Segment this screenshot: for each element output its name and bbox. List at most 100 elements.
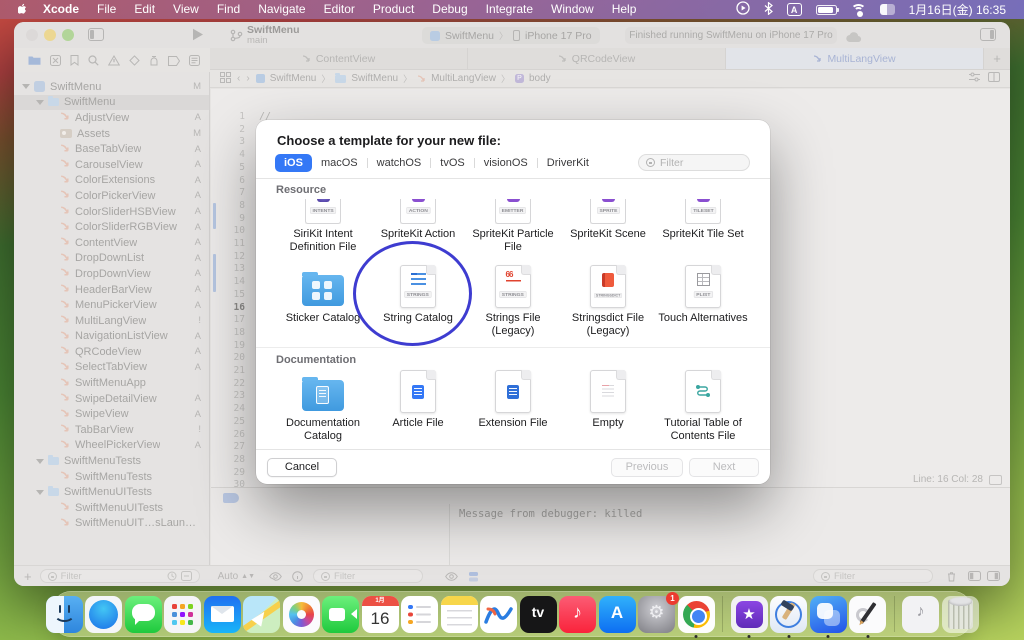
- sidebar-item-file[interactable]: DropDownViewA: [14, 266, 209, 282]
- crumb-file[interactable]: MultiLangView: [431, 73, 496, 84]
- toggle-console-pane-icon[interactable]: [987, 571, 1000, 581]
- split-editor-icon[interactable]: [988, 72, 1000, 85]
- report-navigator-icon[interactable]: [189, 53, 200, 71]
- sidebar-item-file[interactable]: WheelPickerViewA: [14, 438, 209, 454]
- menu-edit[interactable]: Edit: [125, 0, 164, 19]
- sidebar-item-file[interactable]: QRCodeViewA: [14, 344, 209, 360]
- project-navigator-icon[interactable]: [28, 53, 41, 71]
- template-string-catalog[interactable]: STRINGS String Catalog: [371, 264, 465, 338]
- navigator-filter-field[interactable]: Filter: [40, 569, 200, 583]
- dock-messages-icon[interactable]: [125, 596, 162, 633]
- clear-console-icon[interactable]: [947, 571, 956, 582]
- user-switch-icon[interactable]: [880, 4, 895, 15]
- breakpoint-tag-icon[interactable]: [223, 493, 239, 503]
- template-sirikit-intent-definition-file[interactable]: INTENTS SiriKit Intent Definition File: [276, 199, 370, 254]
- dock-safari-icon[interactable]: [85, 596, 122, 633]
- sidebar-item-file[interactable]: SwiftMenuUIT…sLaunchTests: [14, 516, 209, 532]
- sidebar-item-file[interactable]: SelectTabViewA: [14, 360, 209, 376]
- template-spritekit-tile-set[interactable]: TILESET SpriteKit Tile Set: [656, 199, 750, 254]
- issue-navigator-icon[interactable]: [108, 53, 120, 71]
- template-documentation-catalog[interactable]: Documentation Catalog: [276, 369, 370, 443]
- dock-downloads-icon[interactable]: [902, 596, 939, 633]
- sidebar-item-file[interactable]: ColorSliderRGBViewA: [14, 219, 209, 235]
- template-sticker-catalog[interactable]: Sticker Catalog: [276, 264, 370, 338]
- sidebar-item-group[interactable]: SwiftMenuUITests: [14, 484, 209, 500]
- sidebar-item-file[interactable]: CarouselViewA: [14, 157, 209, 173]
- menu-file[interactable]: File: [88, 0, 125, 19]
- platform-tab-ios[interactable]: iOS: [275, 154, 312, 172]
- editor-mode-icon[interactable]: [989, 475, 1002, 485]
- dock-music-icon[interactable]: [559, 596, 596, 633]
- sidebar-item-file[interactable]: AdjustViewA: [14, 110, 209, 126]
- variables-filter-field[interactable]: Filter: [313, 569, 423, 583]
- minimize-button[interactable]: [44, 29, 56, 41]
- template-spritekit-action[interactable]: ACTION SpriteKit Action: [371, 199, 465, 254]
- bookmark-navigator-icon[interactable]: [70, 53, 79, 71]
- menu-navigate[interactable]: Navigate: [249, 0, 314, 19]
- tab-qrcodeview[interactable]: QRCodeView: [468, 48, 726, 69]
- template-stringsdict-file-legacy[interactable]: STRINGSDICT Stringsdict File (Legacy): [561, 264, 655, 338]
- apple-menu-icon[interactable]: [12, 3, 34, 16]
- back-button[interactable]: ‹: [237, 73, 240, 84]
- menu-xcode[interactable]: Xcode: [34, 0, 88, 19]
- crumb-project[interactable]: SwiftMenu: [270, 73, 317, 84]
- template-strings-file-legacy[interactable]: STRINGS Strings File (Legacy): [466, 264, 560, 338]
- template-empty[interactable]: Empty: [561, 369, 655, 443]
- template-extension-file[interactable]: Extension File: [466, 369, 560, 443]
- dock-chrome-icon[interactable]: [678, 596, 715, 633]
- menu-bar-clock[interactable]: 1月16日(金) 16:35: [909, 1, 1006, 18]
- sidebar-item-file[interactable]: TabBarView!: [14, 422, 209, 438]
- dock-app-store-icon[interactable]: [599, 596, 636, 633]
- template-tutorial-toc-file[interactable]: Tutorial Table of Contents File: [656, 369, 750, 443]
- tab-multilangview[interactable]: MultiLangView: [726, 48, 984, 69]
- sidebar-item-file[interactable]: SwiftMenuTests: [14, 469, 209, 485]
- next-button[interactable]: Next: [689, 458, 759, 477]
- related-items-icon[interactable]: [220, 72, 231, 86]
- menu-editor[interactable]: Editor: [315, 0, 364, 19]
- dock-freeform-icon[interactable]: [480, 596, 517, 633]
- source-control-navigator-icon[interactable]: [50, 53, 61, 71]
- dock-xcode-icon[interactable]: [770, 596, 807, 633]
- platform-tab-visionos[interactable]: visionOS: [475, 154, 537, 172]
- sidebar-item-group[interactable]: SwiftMenu: [14, 95, 209, 111]
- platform-tab-tvos[interactable]: tvOS: [431, 154, 473, 172]
- dock-finder-icon[interactable]: [46, 596, 83, 633]
- platform-tab-macos[interactable]: macOS: [312, 154, 367, 172]
- dock-pencil-app-icon[interactable]: [849, 596, 886, 633]
- dock-tv-icon[interactable]: [520, 596, 557, 633]
- template-spritekit-scene[interactable]: SPRITE SpriteKit Scene: [561, 199, 655, 254]
- menu-window[interactable]: Window: [542, 0, 603, 19]
- sidebar-item-file[interactable]: SwipeViewA: [14, 406, 209, 422]
- template-filter-field[interactable]: Filter: [638, 154, 750, 171]
- forward-button[interactable]: ›: [246, 73, 249, 84]
- close-button[interactable]: [26, 29, 38, 41]
- sidebar-item-file[interactable]: NavigationListViewA: [14, 329, 209, 345]
- dock-mail-icon[interactable]: [204, 596, 241, 633]
- console-filter-field[interactable]: Filter: [813, 569, 933, 583]
- sidebar-item-file[interactable]: ColorSliderHSBViewA: [14, 204, 209, 220]
- zoom-button[interactable]: [62, 29, 74, 41]
- crumb-group[interactable]: SwiftMenu: [351, 73, 398, 84]
- template-article-file[interactable]: Article File: [371, 369, 465, 443]
- inspector-toggle-icon[interactable]: [980, 28, 996, 46]
- platform-tab-watchos[interactable]: watchOS: [368, 154, 431, 172]
- menu-help[interactable]: Help: [603, 0, 646, 19]
- dock-calendar-icon[interactable]: 1月16: [362, 596, 399, 633]
- sidebar-item-file[interactable]: ContentViewA: [14, 235, 209, 251]
- sidebar-item-file[interactable]: HeaderBarViewA: [14, 282, 209, 298]
- project-branch-block[interactable]: SwiftMenu main: [247, 25, 300, 46]
- dock-facetime-icon[interactable]: [322, 596, 359, 633]
- sidebar-item-file[interactable]: SwipeDetailViewA: [14, 391, 209, 407]
- dock-maps-icon[interactable]: [243, 596, 280, 633]
- dock-launchpad-icon[interactable]: [164, 596, 201, 633]
- menu-integrate[interactable]: Integrate: [477, 0, 542, 19]
- test-navigator-icon[interactable]: [129, 53, 140, 71]
- find-navigator-icon[interactable]: [88, 53, 99, 71]
- add-filter-button[interactable]: +: [24, 569, 32, 584]
- adjust-editor-icon[interactable]: [969, 72, 980, 85]
- toggle-variables-pane-icon[interactable]: [968, 571, 981, 581]
- crumb-symbol[interactable]: body: [529, 73, 551, 84]
- sidebar-item-file[interactable]: MenuPickerViewA: [14, 297, 209, 313]
- sidebar-item-file[interactable]: DropDownListA: [14, 251, 209, 267]
- breakpoint-navigator-icon[interactable]: [168, 53, 180, 71]
